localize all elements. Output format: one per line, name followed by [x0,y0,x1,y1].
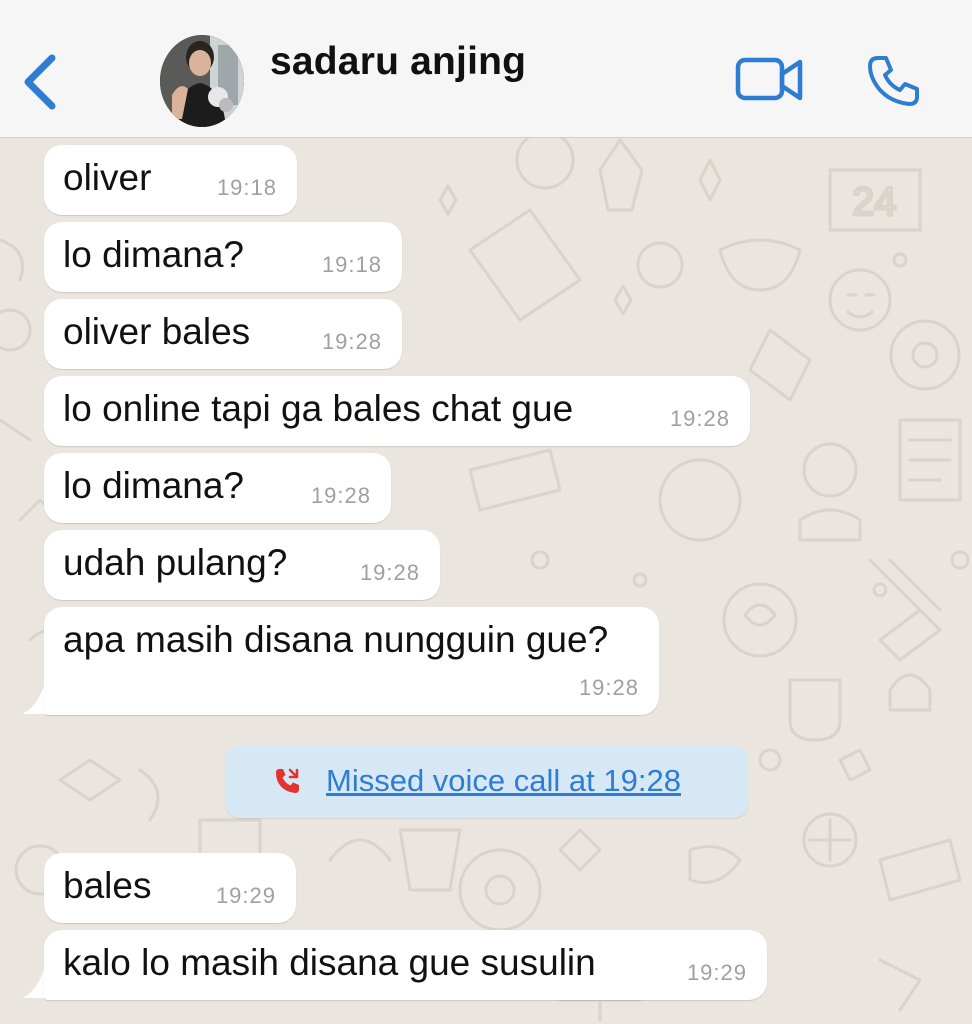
message-text: kalo lo masih disana gue susulin [63,942,596,983]
message-text: lo dimana? [63,465,245,506]
phone-icon [868,56,919,106]
message-timestamp: 19:18 [321,252,382,277]
message-timestamp: 19:28 [578,675,639,700]
svg-text:24: 24 [852,180,897,224]
message-bubble[interactable]: lo dimana? 19:18 [44,222,402,292]
message-bubble[interactable]: apa masih disana nungguin gue? 19:28 [44,607,659,715]
missed-call-link[interactable]: Missed voice call at 19:28 [326,763,681,799]
missed-call-icon [276,768,299,793]
missed-call-notice[interactable]: Missed voice call at 19:28 [225,746,748,818]
message-timestamp: 19:28 [310,483,371,508]
message-bubble[interactable]: kalo lo masih disana gue susulin 19:29 [44,930,767,1000]
video-call-button[interactable] [734,54,806,106]
message-bubble[interactable]: lo dimana? 19:28 [44,453,391,523]
chevron-left-icon [24,54,56,110]
video-camera-icon [735,57,803,101]
message-bubble[interactable]: udah pulang? 19:28 [44,530,440,600]
message-timestamp: 19:29 [215,883,276,908]
back-button[interactable] [16,50,66,114]
voice-call-button[interactable] [864,52,922,110]
message-timestamp: 19:28 [359,560,420,585]
contact-name[interactable]: sadaru anjing [270,40,526,84]
message-timestamp: 19:29 [686,960,747,985]
contact-avatar[interactable] [160,35,244,127]
message-text: lo online tapi ga bales chat gue [63,388,574,429]
chat-header: sadaru anjing [0,0,972,138]
message-text: apa masih disana nungguin gue? [63,619,609,660]
message-bubble[interactable]: lo online tapi ga bales chat gue 19:28 [44,376,750,446]
message-text: lo dimana? [63,234,245,275]
message-bubble[interactable]: oliver bales 19:28 [44,299,402,369]
message-timestamp: 19:18 [216,175,277,200]
message-bubble[interactable]: oliver 19:18 [44,145,297,215]
message-text: udah pulang? [63,542,288,583]
message-timestamp: 19:28 [669,406,730,431]
message-timestamp: 19:28 [321,329,382,354]
message-text: oliver [63,157,152,198]
message-text: oliver bales [63,311,251,352]
avatar-photo [160,35,244,127]
message-bubble[interactable]: bales 19:29 [44,853,296,923]
message-text: bales [63,865,152,906]
